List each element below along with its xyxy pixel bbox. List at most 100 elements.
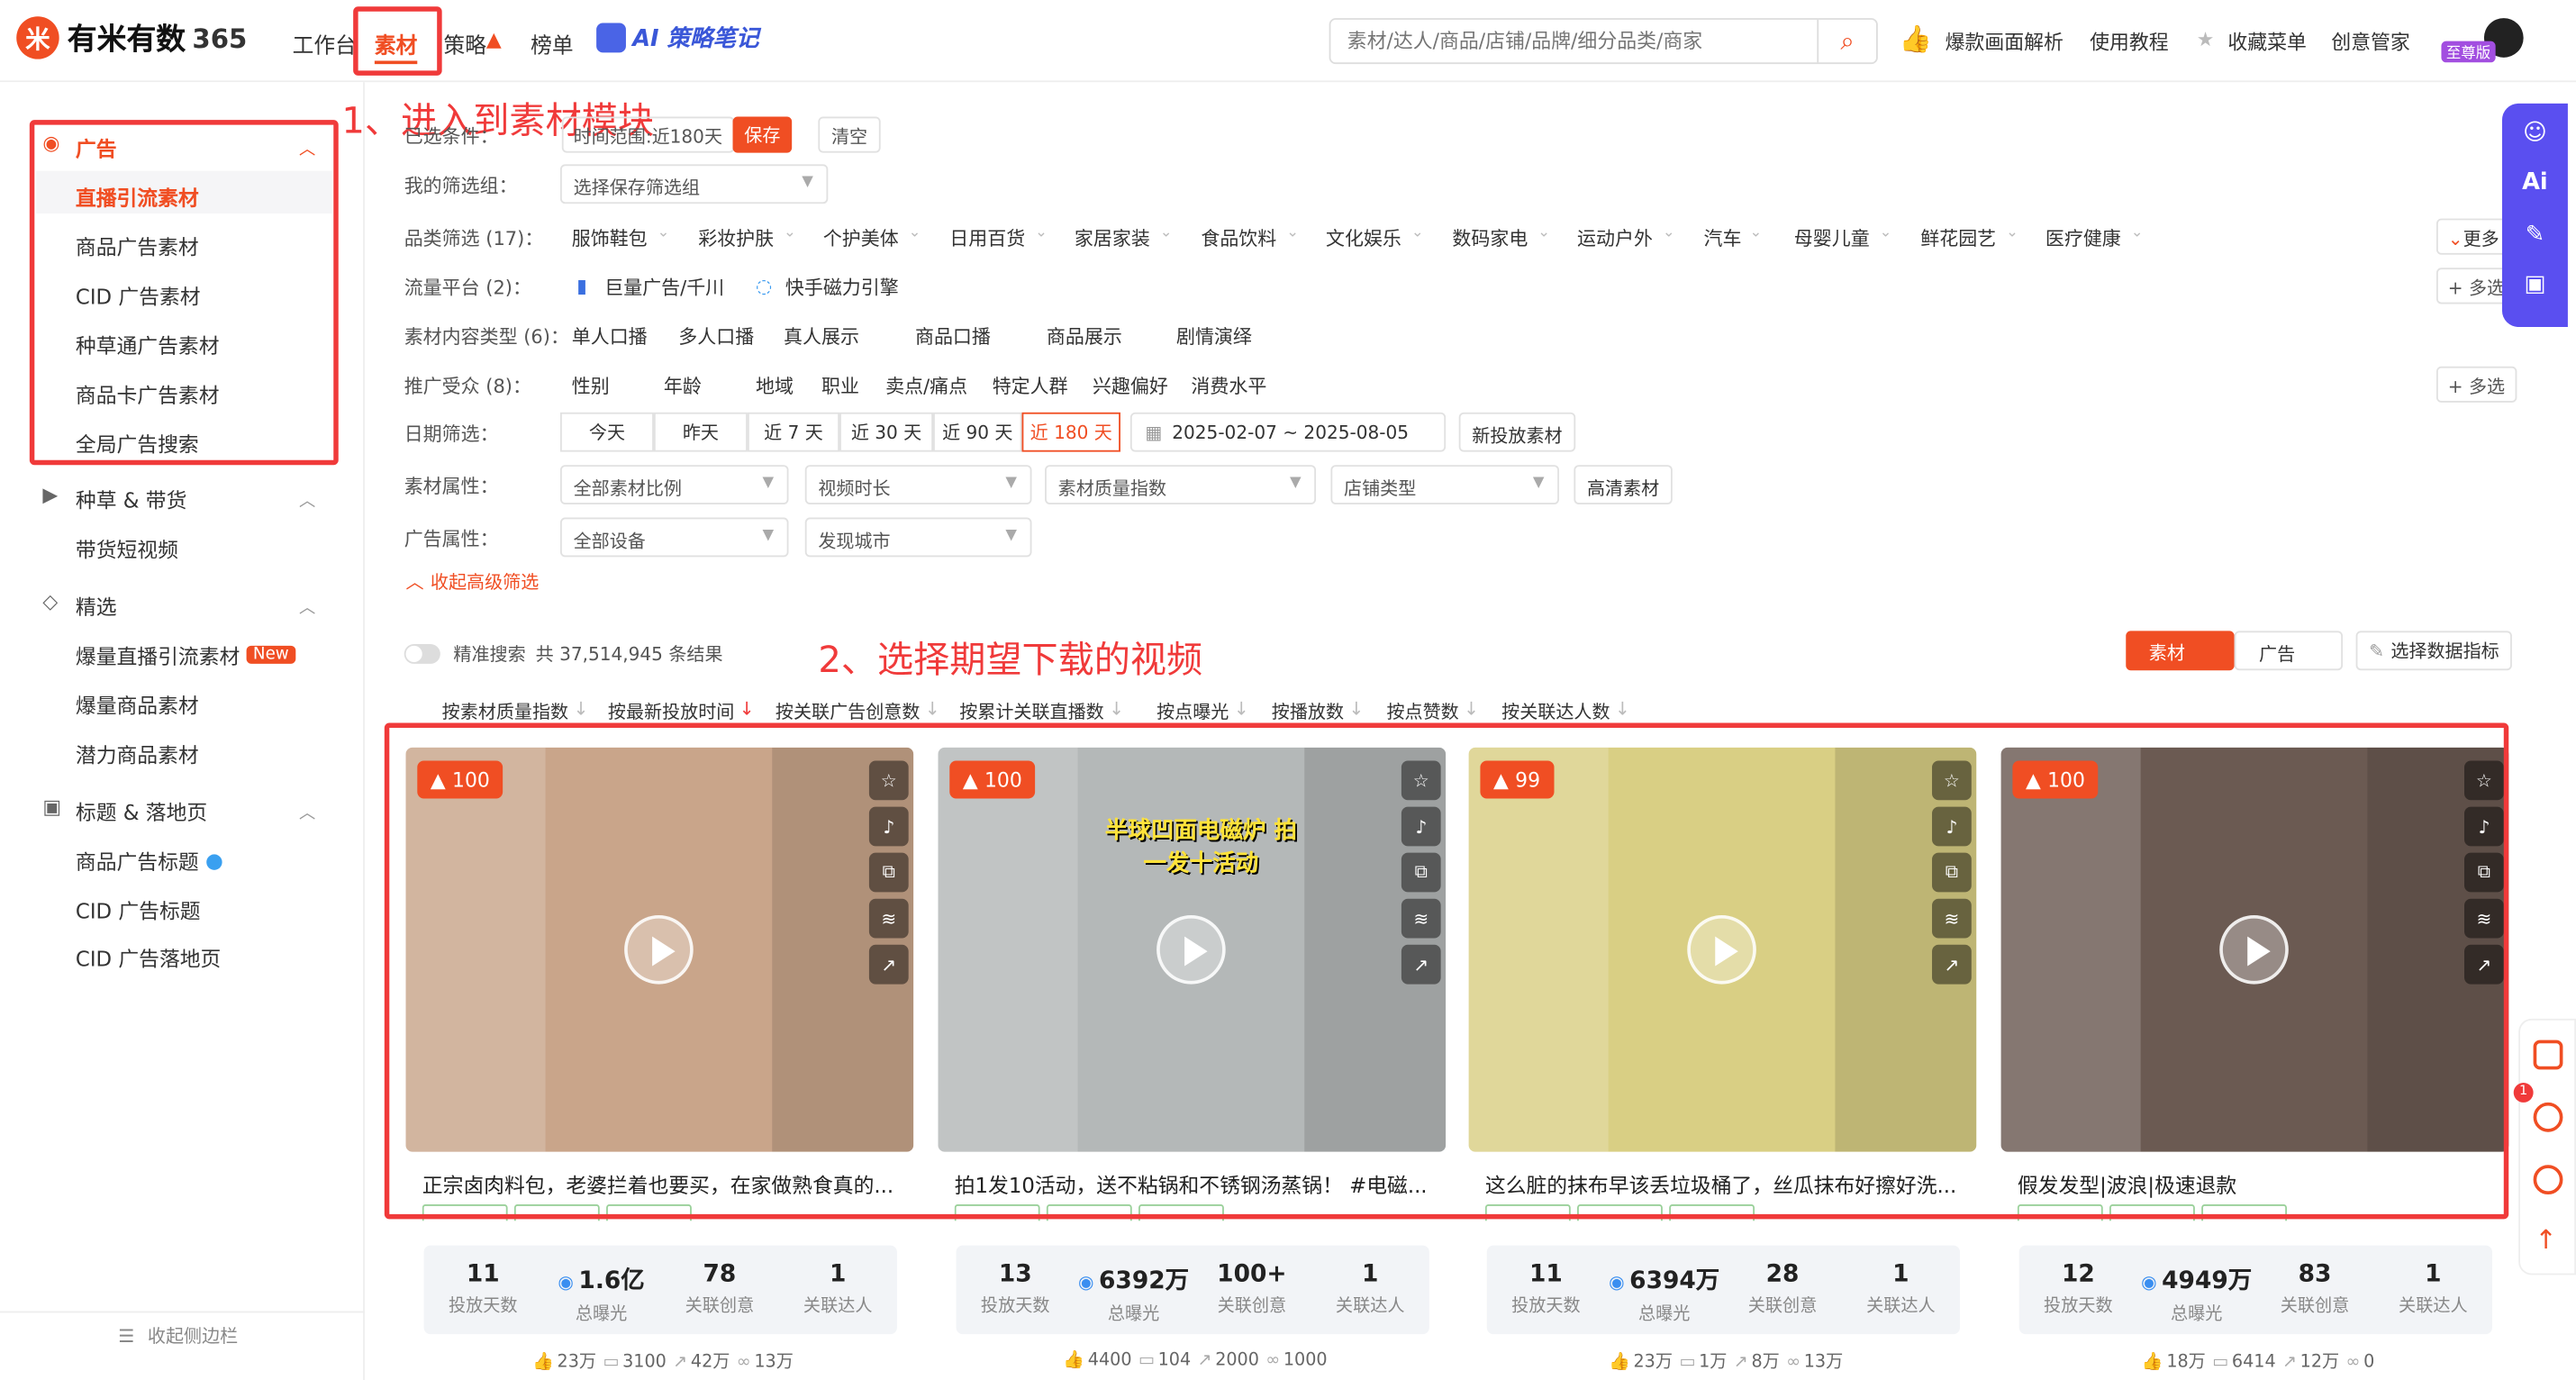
- category-item[interactable]: 数码家电: [1452, 225, 1528, 251]
- audience-item[interactable]: 年龄: [664, 373, 702, 399]
- precise-search[interactable]: 精准搜索 共 37,514,945 条结果: [404, 640, 723, 667]
- nav-strategy[interactable]: 策略: [443, 28, 485, 59]
- sidebar-item-live-material[interactable]: 直播引流素材: [76, 181, 199, 213]
- date-option[interactable]: 近 30 天: [839, 412, 934, 452]
- category-item[interactable]: 彩妆护肤: [698, 225, 774, 251]
- date-option[interactable]: 昨天: [653, 412, 748, 452]
- sidebar-item-zhongcao-ad[interactable]: 种草通广告素材: [76, 329, 220, 360]
- sidebar-item-global-search[interactable]: 全局广告搜索: [76, 427, 199, 458]
- sidebar-item-hot-live[interactable]: 爆量直播引流素材 New: [76, 640, 296, 671]
- save-filter-button[interactable]: 保存: [732, 116, 793, 153]
- sidebar-group-featured[interactable]: 精选: [76, 590, 117, 622]
- link-hot-analysis[interactable]: 爆款画面解析: [1946, 28, 2064, 56]
- sidebar-group-ad[interactable]: 广告: [76, 132, 117, 163]
- chat-icon[interactable]: [2533, 1165, 2563, 1195]
- content-type-item[interactable]: 商品展示: [1047, 323, 1122, 350]
- search-input[interactable]: [1330, 19, 1808, 63]
- sidebar-item-hot-product[interactable]: 爆量商品素材: [76, 688, 199, 720]
- content-type-item[interactable]: 剧情演绎: [1176, 323, 1252, 350]
- category-item[interactable]: 个护美体: [823, 225, 899, 251]
- content-type-item[interactable]: 商品口播: [915, 323, 991, 350]
- content-type-item[interactable]: 真人展示: [784, 323, 859, 350]
- ratio-select[interactable]: 全部素材比例 ▼: [559, 465, 789, 504]
- category-item[interactable]: 家居家装: [1075, 225, 1150, 251]
- tab-ad[interactable]: 广告: [2234, 631, 2344, 671]
- sidebar-item-product-ad[interactable]: 商品广告素材: [76, 230, 199, 261]
- sort-option[interactable]: 按点曝光: [1156, 698, 1229, 724]
- video-play-icon[interactable]: [2533, 1040, 2563, 1070]
- sidebar-item-cid-landing[interactable]: CID 广告落地页: [76, 941, 221, 973]
- chevron-up-icon[interactable]: ︿: [299, 593, 315, 618]
- clear-filter-button[interactable]: 清空: [818, 116, 881, 153]
- audience-item[interactable]: 消费水平: [1191, 373, 1266, 399]
- sidebar-item-cid-ad[interactable]: CID 广告素材: [76, 279, 201, 311]
- sidebar-group-title-landing[interactable]: 标题 & 落地页: [76, 795, 207, 827]
- brand-logo[interactable]: 米 有米有数 365: [16, 16, 247, 59]
- category-item[interactable]: 服饰鞋包: [572, 225, 648, 251]
- my-group-select[interactable]: 选择保存筛选组 ▼: [559, 164, 829, 204]
- platform-ocean-engine[interactable]: 巨量广告/千川: [604, 275, 724, 301]
- sort-option[interactable]: 按最新投放时间: [608, 698, 734, 724]
- platform-kuaishou[interactable]: 快手磁力引擎: [785, 275, 899, 301]
- category-item[interactable]: 母婴儿童: [1794, 225, 1870, 251]
- category-item[interactable]: 鲜花园艺: [1920, 225, 1996, 251]
- category-item[interactable]: 汽车: [1703, 225, 1741, 251]
- multi-select-button[interactable]: + 多选: [2435, 366, 2517, 403]
- chevron-up-icon[interactable]: ︿: [299, 135, 315, 159]
- date-option[interactable]: 近 90 天: [933, 412, 1022, 452]
- collapse-sidebar-button[interactable]: ☰ 收起侧边栏: [118, 1322, 238, 1348]
- chevron-up-icon[interactable]: ︿: [299, 798, 315, 823]
- date-option[interactable]: 今天: [559, 412, 654, 452]
- audience-item[interactable]: 兴趣偏好: [1093, 373, 1168, 399]
- date-range-picker[interactable]: ▦ 2025-02-07 ~ 2025-08-05: [1129, 412, 1447, 452]
- shop-type-select[interactable]: 店铺类型 ▼: [1330, 465, 1559, 504]
- duration-select[interactable]: 视频时长 ▼: [804, 465, 1032, 504]
- content-type-item[interactable]: 多人口播: [678, 323, 754, 350]
- nav-workbench[interactable]: 工作台: [293, 28, 357, 59]
- date-option[interactable]: 近 180 天: [1021, 412, 1120, 452]
- category-item[interactable]: 运动户外: [1577, 225, 1653, 251]
- sidebar-item-short-video[interactable]: 带货短视频: [76, 532, 178, 564]
- robot-icon[interactable]: ☺: [2517, 120, 2553, 152]
- sidebar-item-product-card-ad[interactable]: 商品卡广告素材: [76, 378, 220, 410]
- content-type-item[interactable]: 单人口播: [572, 323, 648, 350]
- tab-material[interactable]: 素材: [2126, 631, 2235, 671]
- hd-material-checkbox[interactable]: 高清素材: [1574, 465, 1673, 504]
- sidebar-group-zhongcao[interactable]: 种草 & 带货: [76, 483, 186, 514]
- precise-toggle[interactable]: [404, 644, 440, 664]
- category-item[interactable]: 日用百货: [949, 225, 1025, 251]
- sort-option[interactable]: 按素材质量指数: [442, 698, 568, 724]
- nav-ranking[interactable]: 榜单: [531, 28, 573, 59]
- search-button[interactable]: ⌕: [1817, 19, 1876, 63]
- audience-item[interactable]: 职业: [821, 373, 859, 399]
- chevron-up-icon[interactable]: ︿: [299, 486, 315, 511]
- date-option[interactable]: 近 7 天: [747, 412, 840, 452]
- sort-option[interactable]: 按累计关联直播数: [959, 698, 1104, 724]
- sidebar-item-product-title[interactable]: 商品广告标题 ●: [76, 845, 223, 876]
- ai-strategy-note[interactable]: AI 策略笔记: [596, 22, 759, 54]
- sidebar-item-cid-title[interactable]: CID 广告标题: [76, 894, 201, 925]
- audience-item[interactable]: 性别: [572, 373, 610, 399]
- choose-metric-button[interactable]: ✎ 选择数据指标: [2355, 631, 2513, 671]
- category-item[interactable]: 医疗健康: [2045, 225, 2121, 251]
- link-tutorial[interactable]: 使用教程: [2090, 28, 2169, 56]
- sort-option[interactable]: 按点赞数: [1386, 698, 1458, 724]
- sort-option[interactable]: 按播放数: [1272, 698, 1344, 724]
- sort-option[interactable]: 按关联达人数: [1501, 698, 1610, 724]
- category-item[interactable]: 食品饮料: [1201, 225, 1276, 251]
- image-icon[interactable]: ▣: [2517, 271, 2553, 304]
- more-button[interactable]: ⌄更多: [2435, 218, 2511, 255]
- quality-select[interactable]: 素材质量指数 ▼: [1045, 465, 1317, 504]
- selected-chip[interactable]: 时间范围:近180天: [561, 116, 734, 153]
- vs-icon[interactable]: [2533, 1102, 2563, 1132]
- pen-icon[interactable]: ✎: [2517, 222, 2553, 254]
- sidebar-item-potential-product[interactable]: 潜力商品素材: [76, 738, 199, 769]
- audience-item[interactable]: 卖点/痛点: [885, 373, 967, 399]
- collapse-advanced-button[interactable]: ︿ 收起高级筛选: [406, 568, 540, 595]
- audience-item[interactable]: 地域: [756, 373, 794, 399]
- back-to-top-icon[interactable]: ↑: [2535, 1224, 2556, 1256]
- new-material-checkbox[interactable]: 新投放素材: [1458, 412, 1576, 452]
- sort-option[interactable]: 按关联广告创意数: [776, 698, 921, 724]
- link-favorites[interactable]: 收藏菜单: [2227, 28, 2307, 56]
- category-item[interactable]: 文化娱乐: [1326, 225, 1401, 251]
